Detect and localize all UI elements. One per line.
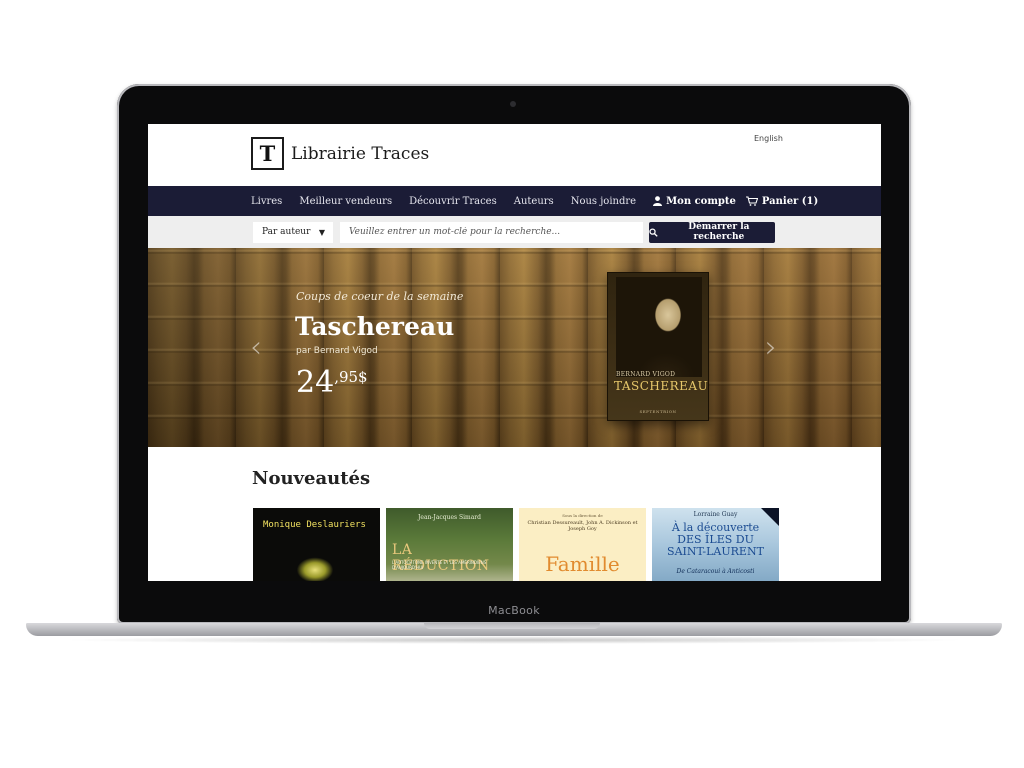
hero-price: 24 ,95$ <box>296 366 368 400</box>
search-icon <box>649 227 658 237</box>
search-bar: Par auteur ▼ Démarrer la recherche <box>148 216 881 248</box>
new-releases-title: Nouveautés <box>252 468 371 489</box>
book-card-title: Famille <box>545 552 620 576</box>
book-card-author: Christian Dessureault, John A. Dickinson… <box>527 520 638 532</box>
logo-letter-box: T <box>251 137 284 170</box>
cart-link[interactable]: Panier (1) <box>745 195 819 207</box>
search-filter-value: Par auteur <box>262 227 311 237</box>
book-card-subtitle: L'AUTOCHTONE INVENTÉ ET LES AMÉRINDIENS … <box>392 560 487 570</box>
book-card-title: À la découverte DES ÎLES DU SAINT-LAUREN… <box>667 521 764 558</box>
book-card[interactable]: Lorraine Guay À la découverte DES ÎLES D… <box>652 508 779 581</box>
nav-item-best-sellers[interactable]: Meilleur vendeurs <box>299 196 392 207</box>
caret-down-icon: ▼ <box>318 227 325 237</box>
book-card-author: Monique Deslauriers <box>263 520 366 530</box>
device-brand-label: MacBook <box>488 603 540 617</box>
laptop-bezel: MacBook <box>117 597 911 623</box>
main-nav: Livres Meilleur vendeurs Découvrir Trace… <box>148 186 881 216</box>
book-card[interactable]: Sous la direction de Christian Dessureau… <box>519 508 646 581</box>
hero-author: par Bernard Vigod <box>296 346 378 356</box>
book-card-author: Jean-Jacques Simard <box>417 514 481 521</box>
camera-dot <box>510 101 516 107</box>
book-card-subtitle: De Cataracoui à Anticosti <box>676 568 755 575</box>
site-header: T Librairie Traces English <box>148 124 881 186</box>
language-link[interactable]: English <box>754 134 783 143</box>
featured-book-publisher: SEPTENTRION <box>639 409 677 414</box>
search-input[interactable] <box>340 221 643 243</box>
new-releases-list: Monique Deslauriers Jean-Jacques Simard … <box>253 508 779 581</box>
laptop-screen: T Librairie Traces English Livres Meille… <box>148 124 881 581</box>
featured-book-cover[interactable]: BERNARD VIGOD TASCHEREAU SEPTENTRION <box>607 272 709 421</box>
nav-item-livres[interactable]: Livres <box>251 196 282 207</box>
site-name: Librairie Traces <box>291 143 430 164</box>
carousel-prev-arrow-icon[interactable]: ‹ <box>250 330 262 365</box>
site-logo[interactable]: T Librairie Traces <box>251 137 429 170</box>
featured-book-author: BERNARD VIGOD <box>616 371 676 378</box>
nav-item-authors[interactable]: Auteurs <box>514 196 554 207</box>
laptop-base-notch <box>424 623 600 629</box>
cart-icon <box>745 196 758 206</box>
book-card-author: Lorraine Guay <box>693 511 738 518</box>
book-card[interactable]: Monique Deslauriers <box>253 508 380 581</box>
carousel-next-arrow-icon[interactable]: › <box>765 330 777 365</box>
price-whole: 24 <box>296 365 335 400</box>
search-button[interactable]: Démarrer la recherche <box>649 221 775 243</box>
nav-item-contact[interactable]: Nous joindre <box>571 196 636 207</box>
hero-title[interactable]: Taschereau <box>295 312 454 341</box>
account-label: Mon compte <box>666 195 736 207</box>
search-button-label: Démarrer la recherche <box>688 222 750 242</box>
nav-item-discover[interactable]: Découvrir Traces <box>409 196 497 207</box>
book-card[interactable]: Jean-Jacques Simard LA RÉDUCTION L'AUTOC… <box>386 508 513 581</box>
laptop-shadow <box>60 636 968 644</box>
hero-carousel: ‹ › Coups de coeur de la semaine Tascher… <box>148 248 881 447</box>
search-filter-select[interactable]: Par auteur ▼ <box>253 221 333 243</box>
nav-user-area: Mon compte Panier (1) <box>653 196 828 207</box>
price-cents: ,95$ <box>334 368 368 386</box>
book-card-kicker: Sous la direction de <box>562 513 603 518</box>
book-portrait-image <box>616 277 702 377</box>
featured-book-title: TASCHEREAU <box>614 379 709 393</box>
user-icon <box>653 196 663 206</box>
cart-label: Panier (1) <box>761 195 819 207</box>
hero-kicker: Coups de coeur de la semaine <box>296 290 464 303</box>
account-link[interactable]: Mon compte <box>653 196 736 207</box>
